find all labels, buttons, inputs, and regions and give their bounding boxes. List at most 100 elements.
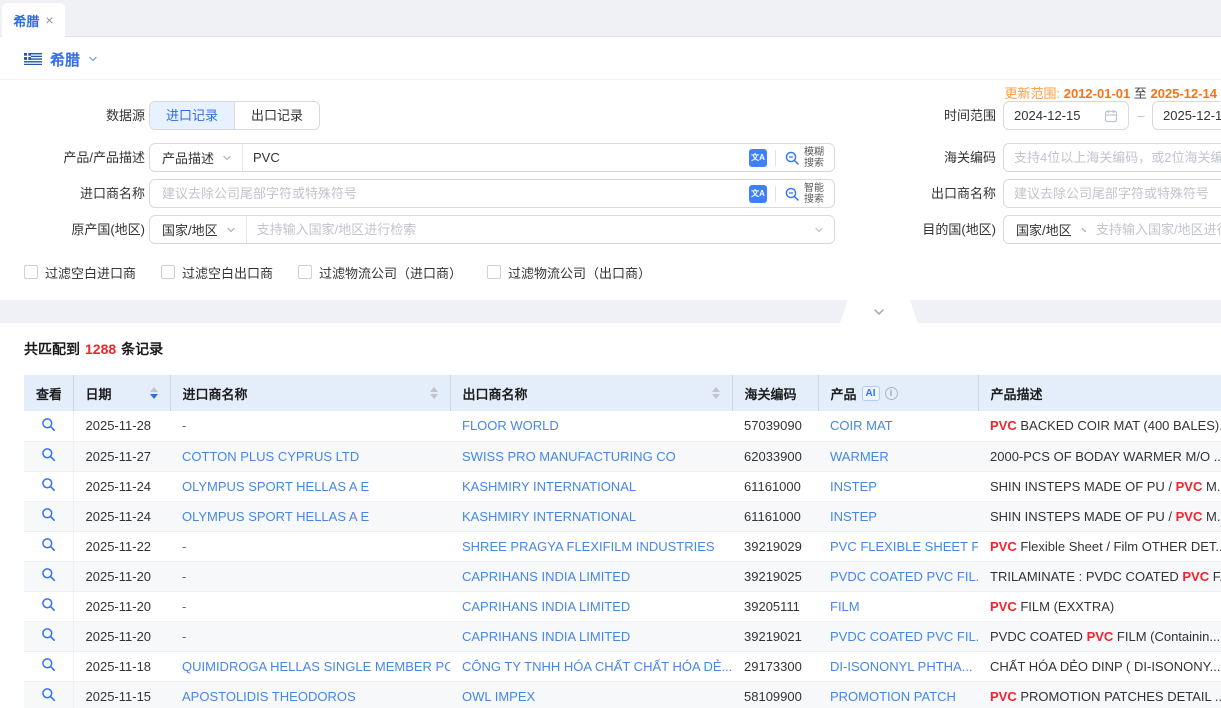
filter-logistics-exporter[interactable]: 过滤物流公司（出口商）: [487, 263, 651, 282]
desc-cell: PVC BACKED COIR MAT (400 BALES)...: [978, 411, 1221, 441]
view-magnifier-icon[interactable]: [41, 417, 56, 432]
exporter-field: [1003, 179, 1221, 208]
view-magnifier-icon[interactable]: [41, 447, 56, 462]
exporter-link[interactable]: SHREE PRAGYA FLEXIFILM INDUSTRIES: [462, 539, 715, 554]
product-link[interactable]: PVDC COATED PVC FIL...: [830, 569, 978, 584]
exporter-link[interactable]: CAPRIHANS INDIA LIMITED: [462, 629, 630, 644]
hs-code-cell: 58109900: [732, 681, 818, 708]
table-row: 2025-11-22-SHREE PRAGYA FLEXIFILM INDUST…: [24, 531, 1221, 561]
destination-search-input[interactable]: [1096, 222, 1221, 237]
column-header-desc: 产品描述: [978, 375, 1221, 411]
view-cell[interactable]: [24, 591, 73, 621]
product-link[interactable]: INSTEP: [830, 509, 877, 524]
close-icon[interactable]: ×: [45, 13, 53, 27]
exporter-input[interactable]: [1014, 186, 1221, 201]
product-link[interactable]: INSTEP: [830, 479, 877, 494]
view-magnifier-icon[interactable]: [41, 507, 56, 522]
product-link[interactable]: FILM: [830, 599, 860, 614]
chevron-down-icon[interactable]: [88, 54, 98, 64]
hs-code-input[interactable]: [1014, 150, 1221, 165]
exporter-link[interactable]: FLOOR WORLD: [462, 418, 559, 433]
view-cell[interactable]: [24, 621, 73, 651]
checkbox[interactable]: [487, 265, 501, 279]
product-link[interactable]: PVC FLEXIBLE SHEET F...: [830, 539, 978, 554]
filter-blank-importer[interactable]: 过滤空白进口商: [24, 263, 136, 282]
view-cell[interactable]: [24, 651, 73, 681]
column-header-exporter[interactable]: 出口商名称: [450, 375, 732, 411]
checkbox[interactable]: [24, 265, 38, 279]
date-end-input[interactable]: [1163, 108, 1221, 123]
exporter-link[interactable]: CÔNG TY TNHH HÓA CHẤT CHẤT HÓA DẺ...: [462, 659, 732, 674]
importer-link[interactable]: APOSTOLIDIS THEODOROS: [182, 689, 356, 704]
importer-link[interactable]: OLYMPUS SPORT HELLAS A E: [182, 479, 369, 494]
exporter-link[interactable]: SWISS PRO MANUFACTURING CO: [462, 449, 676, 464]
calendar-icon[interactable]: [1104, 109, 1118, 123]
product-link[interactable]: PROMOTION PATCH: [830, 689, 956, 704]
filter-blank-exporter[interactable]: 过滤空白出口商: [161, 263, 273, 282]
hs-code-cell: 39219021: [732, 621, 818, 651]
importer-link[interactable]: OLYMPUS SPORT HELLAS A E: [182, 509, 369, 524]
chevron-down-icon[interactable]: [814, 225, 824, 235]
import-records-tab[interactable]: 进口记录: [150, 102, 234, 129]
view-cell[interactable]: [24, 441, 73, 471]
date-cell: 2025-11-18: [73, 651, 170, 681]
view-magnifier-icon[interactable]: [41, 657, 56, 672]
hs-code-cell: 39219025: [732, 561, 818, 591]
product-search-input[interactable]: [243, 144, 749, 171]
exporter-link[interactable]: KASHMIRY INTERNATIONAL: [462, 479, 636, 494]
view-magnifier-icon[interactable]: [41, 567, 56, 582]
export-records-tab[interactable]: 出口记录: [234, 102, 319, 129]
product-type-select[interactable]: 产品描述: [150, 144, 243, 171]
fuzzy-search-button[interactable]: 模糊 搜索: [784, 147, 824, 169]
exporter-cell: FLOOR WORLD: [450, 411, 732, 441]
column-header-importer[interactable]: 进口商名称: [170, 375, 450, 411]
sort-icon[interactable]: [712, 387, 720, 399]
product-cell: INSTEP: [818, 471, 978, 501]
importer-link[interactable]: QUIMIDROGA HELLAS SINGLE MEMBER PC: [182, 659, 450, 674]
tab-greece[interactable]: 希腊 ×: [2, 3, 65, 37]
collapse-toggle[interactable]: [840, 300, 918, 323]
view-cell[interactable]: [24, 561, 73, 591]
sort-icon[interactable]: [430, 387, 438, 399]
smart-search-button[interactable]: 智能 搜索: [784, 183, 824, 205]
translate-icon[interactable]: 文A: [749, 185, 767, 203]
product-link[interactable]: DI-ISONONYL PHTHA...: [830, 659, 973, 674]
checkbox[interactable]: [298, 265, 312, 279]
date-start-field: [1003, 101, 1129, 130]
origin-search-input[interactable]: [247, 216, 814, 243]
view-cell[interactable]: [24, 471, 73, 501]
view-magnifier-icon[interactable]: [41, 477, 56, 492]
product-link[interactable]: COIR MAT: [830, 418, 893, 433]
hs-code-cell: 39205111: [732, 591, 818, 621]
date-cell: 2025-11-22: [73, 531, 170, 561]
view-magnifier-icon[interactable]: [41, 687, 56, 702]
view-magnifier-icon[interactable]: [41, 597, 56, 612]
view-cell[interactable]: [24, 501, 73, 531]
update-range: 更新范围: 2012-01-01 至 2025-12-14: [1004, 83, 1217, 102]
product-link[interactable]: WARMER: [830, 449, 889, 464]
view-magnifier-icon[interactable]: [41, 627, 56, 642]
exporter-link[interactable]: CAPRIHANS INDIA LIMITED: [462, 569, 630, 584]
view-cell[interactable]: [24, 681, 73, 708]
view-cell[interactable]: [24, 411, 73, 441]
translate-icon[interactable]: 文A: [749, 149, 767, 167]
product-cell: DI-ISONONYL PHTHA...: [818, 651, 978, 681]
exporter-link[interactable]: CAPRIHANS INDIA LIMITED: [462, 599, 630, 614]
product-link[interactable]: PVDC COATED PVC FIL...: [830, 629, 978, 644]
importer-link[interactable]: COTTON PLUS CYPRUS LTD: [182, 449, 359, 464]
importer-input[interactable]: [150, 180, 749, 207]
checkbox[interactable]: [161, 265, 175, 279]
hs-code-cell: 61161000: [732, 501, 818, 531]
filter-logistics-importer[interactable]: 过滤物流公司（进口商）: [298, 263, 462, 282]
exporter-link[interactable]: KASHMIRY INTERNATIONAL: [462, 509, 636, 524]
sort-icon[interactable]: [150, 387, 158, 399]
origin-country-select[interactable]: 国家/地区: [150, 216, 247, 243]
date-start-input[interactable]: [1014, 108, 1104, 123]
info-icon[interactable]: i: [885, 387, 898, 400]
update-range-to: 2025-12-14: [1151, 86, 1218, 101]
view-magnifier-icon[interactable]: [41, 537, 56, 552]
view-cell[interactable]: [24, 531, 73, 561]
table-header: 查看日期进口商名称出口商名称海关编码产品AIi产品描述: [24, 375, 1221, 411]
column-header-date[interactable]: 日期: [73, 375, 170, 411]
exporter-link[interactable]: OWL IMPEX: [462, 689, 535, 704]
